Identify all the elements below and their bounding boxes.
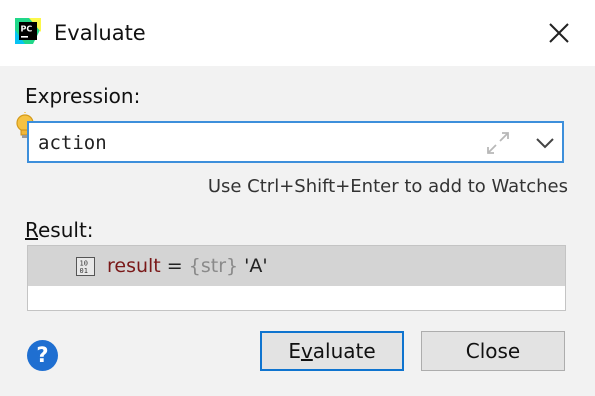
evaluate-button[interactable]: Evaluate	[260, 331, 404, 371]
table-row[interactable]: 10 01 result = {str} 'A'	[28, 246, 565, 286]
title-bar: PC Evaluate	[0, 0, 595, 66]
close-button[interactable]: Close	[421, 331, 565, 371]
app-icon-text: PC	[21, 25, 33, 34]
pycharm-logo-icon: PC	[15, 18, 41, 44]
close-icon[interactable]	[546, 20, 572, 46]
result-value: 'A'	[238, 255, 268, 277]
result-entry: result = {str} 'A'	[107, 254, 268, 278]
result-type: {str}	[188, 255, 239, 277]
chevron-down-icon[interactable]	[534, 132, 556, 154]
result-name: result	[107, 255, 161, 277]
expression-field[interactable]	[27, 121, 564, 163]
result-tree[interactable]: 10 01 result = {str} 'A'	[27, 245, 566, 311]
result-label: Result:	[25, 218, 94, 242]
expand-icon[interactable]	[484, 129, 512, 157]
evaluate-label-pre: E	[288, 338, 301, 363]
svg-text:01: 01	[80, 267, 88, 275]
evaluate-label-post: aluate	[312, 338, 376, 363]
expression-input[interactable]	[38, 130, 468, 156]
result-equals: =	[160, 255, 189, 277]
variable-binary-icon: 10 01	[76, 257, 95, 276]
result-label-rest: esult:	[38, 218, 94, 242]
evaluate-label-mnemonic: v	[300, 338, 313, 363]
expression-label: Expression:	[25, 84, 141, 108]
help-button[interactable]: ?	[27, 340, 58, 371]
window-title: Evaluate	[54, 21, 146, 45]
evaluate-dialog: PC Evaluate Expression: Use Ctrl+Sh	[0, 0, 595, 396]
result-label-mnemonic: R	[25, 218, 38, 242]
watches-hint: Use Ctrl+Shift+Enter to add to Watches	[207, 176, 568, 197]
